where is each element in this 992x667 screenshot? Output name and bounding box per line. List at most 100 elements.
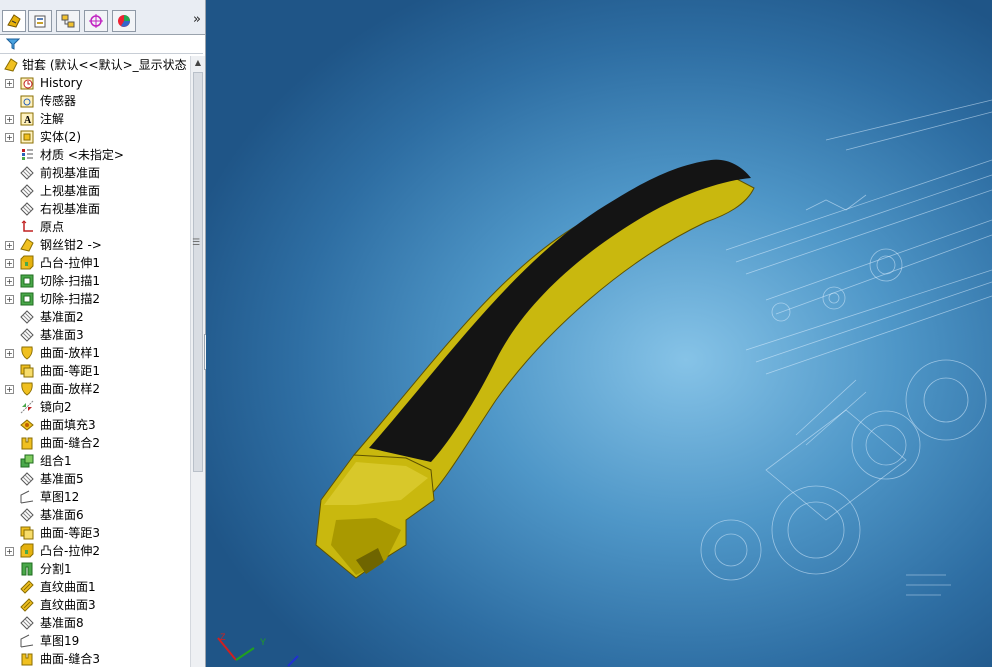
graphics-viewport[interactable]: Z Y — [206, 0, 992, 667]
expand-toggle-icon[interactable]: + — [5, 259, 14, 268]
tree-item[interactable]: 上视基准面 — [0, 182, 190, 200]
tree-item[interactable]: + A 注解 — [0, 110, 190, 128]
tree-item-label: 基准面5 — [40, 472, 84, 486]
plane-icon — [19, 183, 35, 199]
scroll-up-arrow-icon[interactable]: ▲ — [191, 56, 205, 70]
history-icon — [19, 75, 35, 91]
boss-extrude-icon — [19, 255, 35, 271]
expand-toggle-icon[interactable]: + — [5, 277, 14, 286]
splitter-grip-icon[interactable]: ☰ — [192, 238, 200, 248]
tree-item-label: 实体(2) — [40, 130, 81, 144]
configurationmanager-tab[interactable] — [56, 10, 80, 32]
tree-item[interactable]: + 凸台-拉伸2 — [0, 542, 190, 560]
plane-icon — [19, 471, 35, 487]
scrollbar-thumb[interactable] — [193, 72, 203, 472]
tree-item-label: History — [40, 76, 83, 90]
dimxpert-icon — [89, 14, 103, 28]
tree-item[interactable]: + 曲面-放样1 — [0, 344, 190, 362]
tree-item[interactable]: 曲面-等距3 — [0, 524, 190, 542]
surface-knit-icon — [19, 651, 35, 667]
dimxpert-tab[interactable] — [84, 10, 108, 32]
tree-item[interactable]: 基准面6 — [0, 506, 190, 524]
plane-icon — [19, 327, 35, 343]
plane-icon — [19, 165, 35, 181]
propertymanager-tab[interactable] — [28, 10, 52, 32]
tree-item[interactable]: + 曲面-放样2 — [0, 380, 190, 398]
tree-item[interactable]: 草图19 — [0, 632, 190, 650]
tree-filter-bar[interactable] — [0, 35, 203, 54]
cut-sweep-icon — [19, 273, 35, 289]
tree-item-label: 曲面填充3 — [40, 418, 96, 432]
sketch-icon — [19, 633, 35, 649]
tree-item-label: 基准面6 — [40, 508, 84, 522]
tree-item-label: 直纹曲面1 — [40, 580, 96, 594]
surface-knit-icon — [19, 435, 35, 451]
tree-item[interactable]: + 切除-扫描1 — [0, 272, 190, 290]
surface-offset-icon — [19, 363, 35, 379]
tree-item-label: 草图19 — [40, 634, 80, 648]
tree-item[interactable]: + 切除-扫描2 — [0, 290, 190, 308]
expand-toggle-icon[interactable]: + — [5, 547, 14, 556]
part-icon — [3, 57, 19, 73]
tree-item-label: 组合1 — [40, 454, 72, 468]
tree-item-label: 草图12 — [40, 490, 80, 504]
tree-root-label: 钳套 (默认<<默认>_显示状态 — [22, 58, 187, 72]
expand-toggle-icon[interactable]: + — [5, 133, 14, 142]
featuremanager-icon — [7, 14, 21, 28]
tree-item[interactable]: + 实体(2) — [0, 128, 190, 146]
expand-toggle-icon[interactable]: + — [5, 115, 14, 124]
tree-item-label: 材质 <未指定> — [40, 148, 124, 162]
tree-item[interactable]: 曲面-缝合3 — [0, 650, 190, 667]
tree-item[interactable]: 曲面填充3 — [0, 416, 190, 434]
tree-item[interactable]: 曲面-缝合2 — [0, 434, 190, 452]
tree-item[interactable]: 传感器 — [0, 92, 190, 110]
tree-item[interactable]: 基准面3 — [0, 326, 190, 344]
plane-icon — [19, 615, 35, 631]
tree-item[interactable]: 基准面5 — [0, 470, 190, 488]
tree-item-label: 曲面-放样2 — [40, 382, 100, 396]
expand-tabs-button[interactable]: » — [193, 12, 201, 27]
feature-manager-panel: » 钳套 (默认<<默认>_显示状态 + History 传感器 + A 注解 + 实体(2) 材… — [0, 0, 206, 667]
tree-item[interactable]: 前视基准面 — [0, 164, 190, 182]
tree-item[interactable]: + 凸台-拉伸1 — [0, 254, 190, 272]
tree-item-label: 传感器 — [40, 94, 77, 108]
expand-toggle-icon[interactable]: + — [5, 349, 14, 358]
tree-item[interactable]: + 钢丝钳2 -> — [0, 236, 190, 254]
tree-item[interactable]: 直纹曲面3 — [0, 596, 190, 614]
expand-toggle-icon[interactable]: + — [5, 295, 14, 304]
featuremanager-tab[interactable] — [2, 10, 26, 32]
tree-item-label: 原点 — [40, 220, 65, 234]
boss-extrude-icon — [19, 543, 35, 559]
tree-item[interactable]: 草图12 — [0, 488, 190, 506]
tree-scrollbar[interactable]: ▲ — [190, 56, 205, 667]
expand-toggle-icon[interactable]: + — [5, 79, 14, 88]
tree-item[interactable]: 基准面2 — [0, 308, 190, 326]
viewport-scene: Z Y — [217, 99, 992, 667]
expand-toggle-icon[interactable]: + — [5, 241, 14, 250]
tree-item-label: 注解 — [40, 112, 65, 126]
tree-item[interactable]: 原点 — [0, 218, 190, 236]
tree-item-label: 基准面3 — [40, 328, 84, 342]
expand-toggle-icon[interactable]: + — [5, 385, 14, 394]
propertymanager-icon — [34, 15, 46, 28]
tree-item[interactable]: 右视基准面 — [0, 200, 190, 218]
feature-tree: 钳套 (默认<<默认>_显示状态 + History 传感器 + A 注解 + 实体(2) 材质 … — [0, 56, 190, 667]
svg-text:A: A — [24, 115, 32, 126]
combine-icon — [19, 453, 35, 469]
tree-item[interactable]: 组合1 — [0, 452, 190, 470]
tree-item[interactable]: 材质 <未指定> — [0, 146, 190, 164]
tree-item[interactable]: 分割1 — [0, 560, 190, 578]
filter-icon[interactable] — [6, 37, 20, 51]
annotation-icon: A — [19, 111, 35, 127]
tree-item[interactable]: 基准面8 — [0, 614, 190, 632]
display-manager-tab[interactable] — [112, 10, 136, 32]
tree-item[interactable]: + History — [0, 74, 190, 92]
handle-3d-model[interactable] — [315, 159, 755, 579]
tree-item-label: 分割1 — [40, 562, 72, 576]
tree-item[interactable]: 直纹曲面1 — [0, 578, 190, 596]
tree-item[interactable]: 镜向2 — [0, 398, 190, 416]
tree-root-part[interactable]: 钳套 (默认<<默认>_显示状态 — [0, 56, 190, 74]
tree-item[interactable]: 曲面-等距1 — [0, 362, 190, 380]
ruled-surface-icon — [19, 597, 35, 613]
configurationmanager-icon — [61, 14, 75, 28]
